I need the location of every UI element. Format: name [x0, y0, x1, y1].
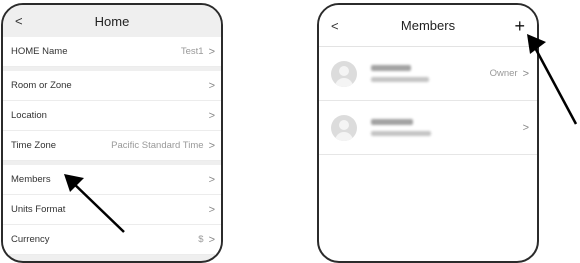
- row-members[interactable]: Members >: [3, 165, 221, 195]
- home-navbar: < Home: [3, 5, 221, 37]
- chevron-right-icon: >: [208, 109, 215, 122]
- row-value-wrap: >: [209, 204, 215, 216]
- row-value-wrap: >: [209, 80, 215, 92]
- row-value-wrap: Pacific Standard Time >: [111, 140, 215, 152]
- row-value: Test1: [180, 46, 204, 57]
- member-role-wrap: Owner >: [490, 68, 529, 80]
- page-title: Members: [400, 18, 456, 33]
- row-location[interactable]: Location >: [3, 101, 221, 131]
- chevron-right-icon: >: [522, 67, 529, 80]
- member-list-item[interactable]: Owner >: [319, 47, 537, 101]
- row-label: Time Zone: [11, 140, 57, 151]
- default-avatar-icon: [331, 60, 357, 87]
- row-label: Room or Zone: [11, 80, 72, 91]
- back-button[interactable]: <: [15, 14, 23, 29]
- row-units-format[interactable]: Units Format >: [3, 195, 221, 225]
- row-value-wrap: >: [209, 110, 215, 122]
- redacted-name: [371, 65, 411, 71]
- default-avatar-icon: [331, 114, 357, 141]
- page-title: Home: [94, 13, 130, 29]
- chevron-right-icon: >: [208, 203, 215, 216]
- home-settings-screen: < Home HOME Name Test1 > Room or Zone > …: [1, 3, 223, 263]
- member-info-redacted: [371, 119, 431, 136]
- chevron-right-icon: >: [208, 139, 215, 152]
- row-label: Currency: [11, 234, 50, 245]
- redacted-name: [371, 119, 413, 125]
- chevron-right-icon: >: [208, 79, 215, 92]
- chevron-right-icon: >: [522, 121, 529, 134]
- row-currency[interactable]: Currency $ >: [3, 225, 221, 255]
- row-value-wrap: >: [209, 174, 215, 186]
- member-role: Owner: [489, 68, 518, 79]
- member-role-wrap: >: [523, 122, 529, 134]
- row-home-name[interactable]: HOME Name Test1 >: [3, 37, 221, 67]
- member-list-item[interactable]: >: [319, 101, 537, 155]
- chevron-right-icon: >: [208, 173, 215, 186]
- members-screen: < Members + Owner > >: [317, 3, 539, 263]
- row-time-zone[interactable]: Time Zone Pacific Standard Time >: [3, 131, 221, 161]
- row-room-or-zone[interactable]: Room or Zone >: [3, 71, 221, 101]
- member-info-redacted: [371, 65, 429, 82]
- redacted-phone: [371, 131, 431, 136]
- members-navbar: < Members +: [319, 5, 537, 47]
- row-value-wrap: $ >: [198, 234, 215, 246]
- row-label: Members: [11, 174, 51, 185]
- row-value-wrap: Test1 >: [181, 46, 215, 58]
- row-label: Units Format: [11, 204, 66, 215]
- row-label: HOME Name: [11, 46, 68, 57]
- row-value: $: [198, 234, 204, 245]
- back-button[interactable]: <: [331, 18, 339, 33]
- chevron-right-icon: >: [208, 45, 215, 58]
- chevron-right-icon: >: [208, 233, 215, 246]
- redacted-phone: [371, 77, 429, 82]
- row-value: Pacific Standard Time: [111, 140, 204, 151]
- add-member-button[interactable]: +: [514, 17, 525, 35]
- row-label: Location: [11, 110, 47, 121]
